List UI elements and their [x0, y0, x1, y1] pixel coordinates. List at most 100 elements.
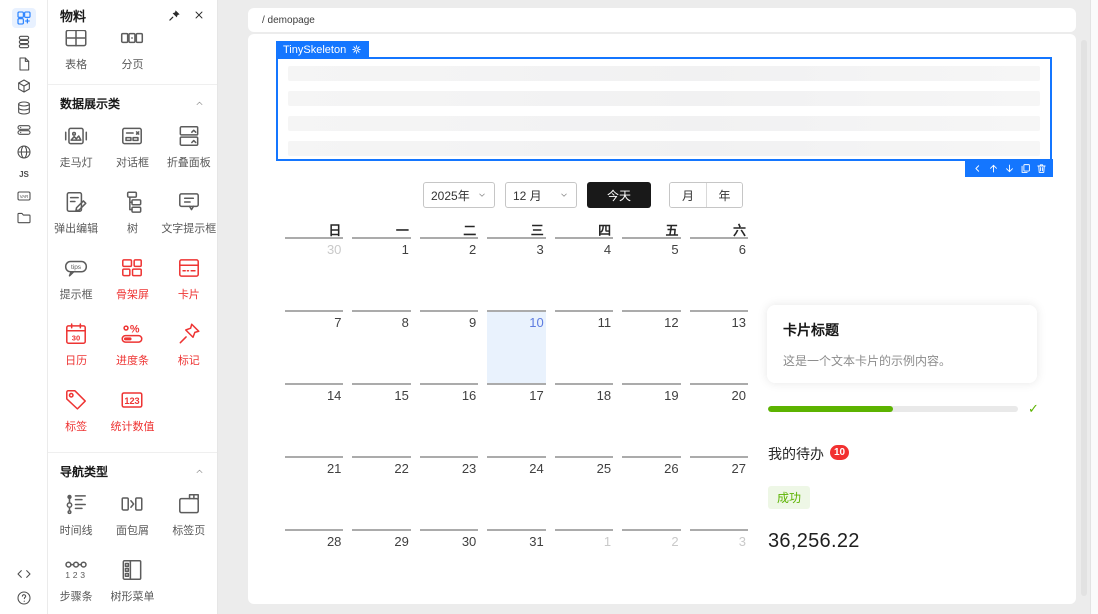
component-item-collapse[interactable]: 折叠面板 [161, 116, 217, 180]
calendar-day-cell[interactable]: 30 [285, 237, 344, 310]
month-select[interactable]: 12 月 [505, 182, 577, 208]
trash-icon[interactable] [1036, 163, 1047, 174]
badge-component[interactable]: 我的待办 10 [768, 444, 850, 464]
component-item-tree[interactable]: 树 [104, 182, 160, 246]
calendar-mode-month[interactable]: 月 [670, 183, 706, 207]
copy-icon[interactable] [1020, 163, 1031, 174]
rail-assets-button[interactable] [12, 210, 36, 226]
pin-icon[interactable] [168, 9, 181, 22]
calendar-day-cell[interactable]: 5 [622, 237, 681, 310]
calendar-day-cell[interactable]: 25 [554, 456, 614, 529]
calendar-day-cell[interactable]: 22 [352, 456, 411, 529]
component-item-calendar[interactable]: 30 日历 [48, 314, 104, 378]
component-item-dialog[interactable]: 对话框 [104, 116, 160, 180]
calendar-day-cell[interactable]: 3 [689, 529, 748, 602]
rail-help-button[interactable] [12, 590, 36, 606]
calendar-day-cell[interactable]: 28 [285, 529, 344, 602]
calendar-day-cell[interactable]: 19 [622, 383, 681, 456]
calendar-day-cell[interactable]: 14 [285, 383, 344, 456]
skeleton-component[interactable] [276, 57, 1052, 161]
component-item-carousel[interactable]: 走马灯 [48, 116, 104, 180]
component-item-skeleton[interactable]: 骨架屏 [104, 248, 160, 312]
today-button[interactable]: 今天 [587, 182, 651, 208]
calendar-day-cell[interactable]: 23 [419, 456, 479, 529]
component-item-timeline[interactable]: 时间线 [48, 484, 104, 548]
chevron-up-icon[interactable] [194, 466, 205, 477]
calendar-day-cell[interactable]: 3 [487, 237, 546, 310]
component-item-tooltip[interactable]: 文字提示框 [161, 182, 217, 246]
tag-component[interactable]: 成功 [768, 486, 811, 509]
treemenu-icon [119, 556, 145, 584]
rail-source-code-button[interactable] [12, 566, 36, 582]
component-item-pagination[interactable]: 分页 [104, 30, 160, 72]
canvas-scrollbar[interactable] [1081, 40, 1087, 596]
progress-component[interactable]: ✓ [768, 402, 1048, 415]
calendar-day-cell[interactable]: 20 [689, 383, 748, 456]
calendar-day-cell[interactable]: 13 [689, 310, 748, 383]
calendar-day-cell[interactable]: 7 [285, 310, 344, 383]
calendar-mode-year[interactable]: 年 [706, 183, 742, 207]
js-icon: JS [16, 166, 32, 182]
component-item-progress[interactable]: % 进度条 [104, 314, 160, 378]
calendar-day-cell[interactable]: 26 [622, 456, 681, 529]
category-header[interactable]: 导航类型 [48, 453, 217, 484]
statistic-component[interactable]: 36,256.22 [768, 530, 860, 553]
component-item-mark[interactable]: 标记 [161, 314, 217, 378]
year-select[interactable]: 2025年 [423, 182, 495, 208]
close-icon[interactable] [193, 9, 205, 21]
calendar-day-cell[interactable]: 27 [689, 456, 748, 529]
calendar-day-cell[interactable]: 16 [419, 383, 479, 456]
calendar-day-cell[interactable]: 8 [352, 310, 411, 383]
chevron-left-icon[interactable] [972, 163, 983, 174]
calendar-day-cell[interactable]: 29 [352, 529, 411, 602]
calendar-day-cell[interactable]: 1 [554, 529, 614, 602]
rail-materials-button[interactable] [11, 8, 36, 28]
component-item-card[interactable]: 卡片 [161, 248, 217, 312]
calendar-day-cell[interactable]: 11 [554, 310, 614, 383]
category-header[interactable]: 数据展示类 [48, 85, 217, 116]
rail-script-button[interactable]: JS [12, 166, 36, 182]
calendar-day-cell[interactable]: 10 [487, 310, 546, 383]
rail-datasource-button[interactable] [12, 100, 36, 116]
calendar-day-cell[interactable]: 17 [487, 383, 546, 456]
calendar-day-cell[interactable]: 2 [419, 237, 479, 310]
rail-i18n-button[interactable] [12, 144, 36, 160]
component-item-table[interactable]: 表格 [48, 30, 104, 72]
design-canvas: TinySkeleton 2025年 12 月 今天 月年 日一二三四五六 30… [248, 34, 1076, 604]
breadcrumb[interactable]: / demopage [262, 15, 315, 26]
calendar-day-cell[interactable]: 31 [487, 529, 546, 602]
component-item-breadcrumb[interactable]: 面包屑 [104, 484, 160, 548]
calendar-day-cell[interactable]: 2 [622, 529, 681, 602]
component-item-tips[interactable]: tips 提示框 [48, 248, 104, 312]
calendar-day-cell[interactable]: 1 [352, 237, 411, 310]
card-component[interactable]: 卡片标题 这是一个文本卡片的示例内容。 [767, 305, 1037, 383]
popedit-icon [63, 188, 89, 216]
component-item-treemenu[interactable]: 树形菜单 [104, 550, 160, 614]
calendar-day-cell[interactable]: 18 [554, 383, 614, 456]
component-item-label: 折叠面板 [166, 157, 211, 169]
rail-resource-button[interactable] [12, 122, 36, 138]
component-item-statistic[interactable]: 123 统计数值 [104, 380, 160, 444]
selected-component-label[interactable]: TinySkeleton [276, 41, 370, 58]
rail-block-button[interactable] [12, 78, 36, 94]
rail-page-button[interactable] [12, 56, 36, 72]
calendar-day-cell[interactable]: 24 [487, 456, 546, 529]
calendar-day-cell[interactable]: 21 [285, 456, 344, 529]
arrow-down-icon[interactable] [1004, 163, 1015, 174]
gear-icon[interactable] [351, 44, 362, 55]
component-item-popedit[interactable]: 弹出编辑 [48, 182, 104, 246]
component-item-steps[interactable]: 123 步骤条 [48, 550, 104, 614]
arrow-up-icon[interactable] [988, 163, 999, 174]
calendar-day-cell[interactable]: 4 [554, 237, 614, 310]
rail-outline-button[interactable] [12, 34, 36, 50]
calendar-day-cell[interactable]: 30 [419, 529, 479, 602]
calendar-day-cell[interactable]: 15 [352, 383, 411, 456]
calendar-day-cell[interactable]: 9 [419, 310, 479, 383]
calendar-day-cell[interactable]: 12 [622, 310, 681, 383]
calendar-day-cell[interactable]: 6 [689, 237, 748, 310]
component-item-tag[interactable]: 标签 [48, 380, 104, 444]
component-item-tabs[interactable]: 标签页 [161, 484, 217, 548]
chevron-up-icon[interactable] [194, 98, 205, 109]
breadcrumb-bar: / demopage [248, 8, 1076, 32]
rail-state-button[interactable]: VAR [12, 188, 36, 204]
